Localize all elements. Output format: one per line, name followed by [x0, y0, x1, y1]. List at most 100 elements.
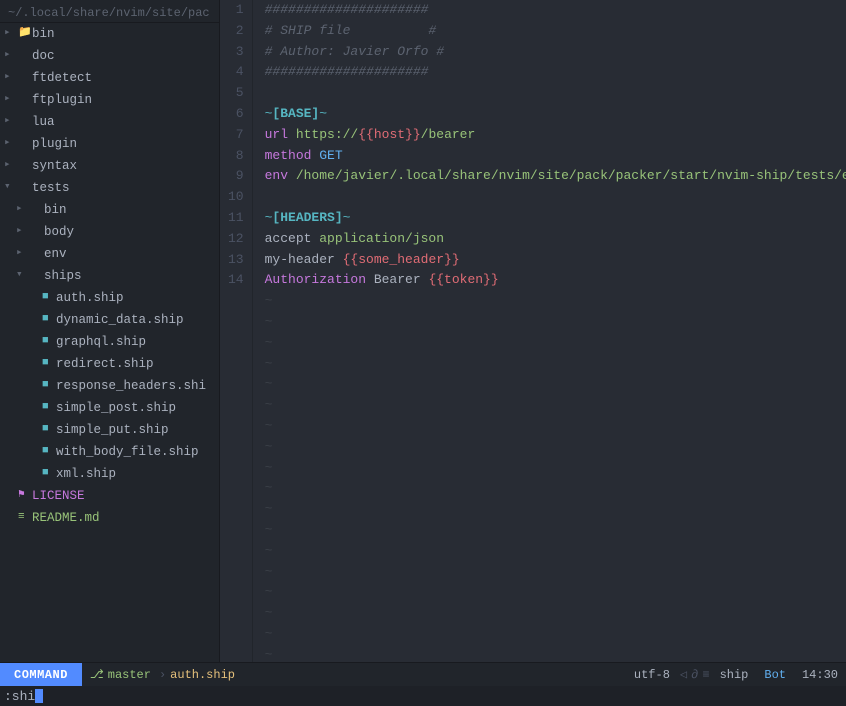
sidebar-item-label: with_body_file.ship — [56, 442, 199, 462]
sidebar-item-label: ftdetect — [32, 68, 92, 88]
sidebar-item-redirect[interactable]: ■ redirect.ship — [0, 353, 219, 375]
sidebar-item-simple-post[interactable]: ■ simple_post.ship — [0, 397, 219, 419]
sidebar-item-label: response_headers.shi — [56, 376, 206, 396]
chevron-right-icon: ▸ — [4, 47, 18, 65]
chevron-right-icon: ▸ — [16, 201, 30, 219]
code-line-9: env /home/javier/.local/share/nvim/site/… — [265, 166, 834, 187]
statusbar-right: utf-8 ◁ ∂ ≡ ship Bot 14:30 — [626, 667, 846, 682]
bot-label: Bot — [756, 668, 794, 682]
chevron-right-icon: ▸ — [16, 223, 30, 241]
sidebar-item-tests-body[interactable]: ▸ body — [0, 221, 219, 243]
sidebar-item-label: graphql.ship — [56, 332, 146, 352]
sidebar-item-tests[interactable]: ▾ tests — [0, 177, 219, 199]
sidebar-item-response-headers[interactable]: ■ response_headers.shi — [0, 375, 219, 397]
code-line-tilde: ~ — [265, 624, 834, 645]
ship-file-icon: ■ — [42, 311, 56, 329]
code-line-tilde: ~ — [265, 562, 834, 583]
sidebar-item-simple-put[interactable]: ■ simple_put.ship — [0, 419, 219, 441]
ship-file-icon: ■ — [42, 355, 56, 373]
sidebar-item-label: env — [44, 244, 67, 264]
code-line-5 — [265, 83, 834, 104]
sidebar-item-label: tests — [32, 178, 70, 198]
code-line-tilde: ~ — [265, 374, 834, 395]
sidebar-item-ftplugin[interactable]: ▸ ftplugin — [0, 89, 219, 111]
line-num-6: 6 — [228, 104, 244, 125]
code-line-tilde: ~ — [265, 603, 834, 624]
code-line-tilde: ~ — [265, 499, 834, 520]
line-num-3: 3 — [228, 42, 244, 63]
code-line-10 — [265, 187, 834, 208]
line-num-1: 1 — [228, 0, 244, 21]
ship-file-icon: ■ — [42, 289, 56, 307]
sidebar-item-label: redirect.ship — [56, 354, 154, 374]
code-line-tilde: ~ — [265, 582, 834, 603]
line-num-5: 5 — [228, 83, 244, 104]
current-filename: auth.ship — [166, 668, 239, 682]
sidebar-item-bin[interactable]: ▸ 📁 bin — [0, 23, 219, 45]
sidebar-item-tests-bin[interactable]: ▸ bin — [0, 199, 219, 221]
line-num-7: 7 — [228, 125, 244, 146]
file-tree[interactable]: ~/.local/share/nvim/site/pac ▸ 📁 bin ▸ d… — [0, 0, 220, 662]
ship-file-icon: ■ — [42, 399, 56, 417]
sidebar-item-syntax[interactable]: ▸ syntax — [0, 155, 219, 177]
status-equals-icon: ≡ — [700, 668, 711, 682]
sidebar-item-with-body-file[interactable]: ■ with_body_file.ship — [0, 441, 219, 463]
editor-body: 1 2 3 4 5 6 7 8 9 10 11 12 13 14 — [220, 0, 846, 662]
code-content: ##################### # SHIP file # # Au… — [253, 0, 846, 662]
code-line-8: method GET — [265, 146, 834, 167]
status-separator: ◁ — [678, 667, 689, 682]
vim-mode: COMMAND — [0, 663, 82, 686]
vim-cmdline[interactable]: :shi — [0, 686, 846, 706]
sidebar-item-dynamic-data[interactable]: ■ dynamic_data.ship — [0, 309, 219, 331]
code-line-tilde: ~ — [265, 354, 834, 375]
sidebar-item-graphql[interactable]: ■ graphql.ship — [0, 331, 219, 353]
code-line-tilde: ~ — [265, 478, 834, 499]
sidebar-item-xml[interactable]: ■ xml.ship — [0, 463, 219, 485]
chevron-right-icon: ▸ — [4, 69, 18, 87]
sidebar-item-label: README.md — [32, 508, 100, 528]
sidebar-item-label: simple_post.ship — [56, 398, 176, 418]
code-editor[interactable]: 1 2 3 4 5 6 7 8 9 10 11 12 13 14 — [220, 0, 846, 662]
sidebar-item-readme[interactable]: ≡ README.md — [0, 507, 219, 529]
code-line-tilde: ~ — [265, 520, 834, 541]
sidebar-item-label: ships — [44, 266, 82, 286]
line-num-4: 4 — [228, 62, 244, 83]
code-line-tilde: ~ — [265, 416, 834, 437]
ship-file-icon: ■ — [42, 333, 56, 351]
sidebar-item-label: syntax — [32, 156, 77, 176]
chevron-right-icon: ▸ — [4, 25, 18, 43]
line-num-10: 10 — [228, 187, 244, 208]
file-encoding: utf-8 — [626, 668, 678, 682]
sidebar-item-plugin[interactable]: ▸ plugin — [0, 133, 219, 155]
code-line-2: # SHIP file # — [265, 21, 834, 42]
sidebar-item-label: xml.ship — [56, 464, 116, 484]
sidebar-item-label: lua — [32, 112, 55, 132]
code-line-13: my-header {{some_header}} — [265, 250, 834, 271]
code-line-14: Authorization Bearer {{token}} — [265, 270, 834, 291]
license-icon: ⚑ — [18, 487, 32, 505]
sidebar-item-label: auth.ship — [56, 288, 124, 308]
line-num-14: 14 — [228, 270, 244, 291]
code-line-tilde: ~ — [265, 291, 834, 312]
sidebar-item-license[interactable]: ⚑ LICENSE — [0, 485, 219, 507]
sidebar-item-label: simple_put.ship — [56, 420, 169, 440]
branch-name: master — [108, 668, 151, 682]
sidebar-item-tests-ships[interactable]: ▾ ships — [0, 265, 219, 287]
chevron-down-icon: ▾ — [16, 267, 30, 285]
code-line-tilde: ~ — [265, 312, 834, 333]
folder-icon: 📁 — [18, 25, 32, 43]
sidebar-item-auth-ship[interactable]: ■ auth.ship — [0, 287, 219, 309]
status-sep: › — [159, 668, 166, 682]
ship-file-icon: ■ — [42, 443, 56, 461]
sidebar-path: ~/.local/share/nvim/site/pac — [0, 4, 219, 23]
sidebar-item-label: ftplugin — [32, 90, 92, 110]
line-num-11: 11 — [228, 208, 244, 229]
ship-file-icon: ■ — [42, 421, 56, 439]
sidebar-item-lua[interactable]: ▸ lua — [0, 111, 219, 133]
editor-layout: ~/.local/share/nvim/site/pac ▸ 📁 bin ▸ d… — [0, 0, 846, 662]
sidebar-item-ftdetect[interactable]: ▸ ftdetect — [0, 67, 219, 89]
sidebar-item-tests-env[interactable]: ▸ env — [0, 243, 219, 265]
line-num-9: 9 — [228, 166, 244, 187]
sidebar-item-doc[interactable]: ▸ doc — [0, 45, 219, 67]
line-numbers: 1 2 3 4 5 6 7 8 9 10 11 12 13 14 — [220, 0, 253, 662]
